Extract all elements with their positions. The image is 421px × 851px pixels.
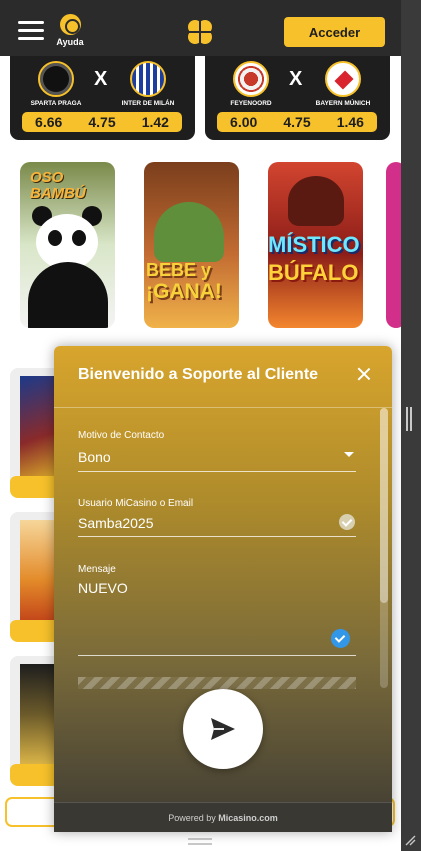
message-underline: [78, 655, 356, 656]
game-title-line: OSO: [30, 169, 64, 186]
reason-select[interactable]: Bono: [78, 449, 111, 465]
support-chat-panel: Bienvenido a Soporte al Cliente Motivo d…: [54, 346, 392, 832]
clover-logo-icon[interactable]: [186, 18, 214, 46]
resize-icon[interactable]: [404, 834, 416, 846]
game-title-line: MÍSTICO: [268, 232, 360, 257]
team-crest: [38, 61, 74, 97]
game-title-line: ¡GANA!: [146, 280, 222, 303]
odd-draw[interactable]: 4.75: [283, 114, 310, 130]
versus-label: X: [289, 68, 303, 90]
header-divider: [54, 407, 392, 408]
close-icon[interactable]: [356, 366, 372, 382]
panel-header: Bienvenido a Soporte al Cliente: [54, 346, 392, 406]
user-underline: [78, 536, 356, 537]
help-label: Ayuda: [56, 37, 84, 47]
team-crest: [233, 61, 269, 97]
scroll-grip-icon[interactable]: [406, 407, 412, 431]
send-button[interactable]: [183, 689, 263, 769]
game-tile[interactable]: MÍSTICO BÚFALO: [268, 162, 363, 328]
reason-underline: [78, 471, 356, 472]
odd-home[interactable]: 6.66: [35, 114, 62, 130]
team-crest: [325, 61, 361, 97]
panel-scrollbar-thumb[interactable]: [380, 408, 388, 603]
panel-footer: Powered by Micasino.com: [54, 802, 392, 832]
home-team: SPARTA PRAGA: [30, 100, 82, 107]
thumbnail-button[interactable]: [10, 764, 60, 786]
odd-draw[interactable]: 4.75: [88, 114, 115, 130]
hamburger-menu-icon[interactable]: [18, 21, 44, 41]
match-card[interactable]: X FEYENOORD BAYERN MÚNICH 6.00 4.75 1.46: [205, 56, 390, 140]
powered-brand: Micasino.com: [218, 813, 278, 823]
game-tile[interactable]: [386, 162, 401, 328]
check-icon: [339, 514, 355, 530]
help-button[interactable]: Ayuda: [55, 14, 85, 47]
game-title-line: BÚFALO: [268, 260, 359, 285]
message-textarea[interactable]: NUEVO: [78, 580, 128, 596]
top-bar: Ayuda Acceder: [0, 0, 401, 56]
panda-illustration: [48, 230, 62, 246]
panda-illustration: [28, 262, 108, 328]
powered-prefix: Powered by: [168, 813, 219, 823]
odd-away[interactable]: 1.46: [337, 114, 364, 130]
thumbnail-button[interactable]: [10, 620, 60, 642]
team-crest: [130, 61, 166, 97]
game-thumbnail[interactable]: [10, 368, 60, 498]
login-button[interactable]: Acceder: [284, 17, 385, 47]
panda-illustration: [72, 230, 86, 246]
send-icon: [211, 718, 235, 740]
game-tile[interactable]: OSO BAMBÚ: [20, 162, 115, 328]
user-label: Usuario MiCasino o Email: [78, 498, 194, 509]
message-label: Mensaje: [78, 564, 116, 575]
game-thumbnail[interactable]: [10, 656, 60, 786]
home-team: FEYENOORD: [230, 100, 272, 107]
away-team: INTER DE MILÁN: [121, 100, 175, 107]
bottom-grip-icon[interactable]: [188, 838, 212, 845]
odd-home[interactable]: 6.00: [230, 114, 257, 130]
buffalo-illustration: [288, 176, 344, 226]
game-character-illustration: [154, 202, 224, 262]
game-title-line: BAMBÚ: [30, 185, 86, 202]
versus-label: X: [94, 68, 108, 90]
odds-bar[interactable]: 6.00 4.75 1.46: [217, 112, 377, 132]
reason-label: Motivo de Contacto: [78, 430, 165, 441]
odd-away[interactable]: 1.42: [142, 114, 169, 130]
striped-divider: [78, 677, 356, 689]
check-icon: [331, 629, 350, 648]
help-icon: [59, 14, 81, 35]
odds-bar[interactable]: 6.66 4.75 1.42: [22, 112, 182, 132]
match-card[interactable]: X SPARTA PRAGA INTER DE MILÁN 6.66 4.75 …: [10, 56, 195, 140]
panel-title: Bienvenido a Soporte al Cliente: [78, 366, 319, 383]
game-title-line: BEBE y: [146, 260, 212, 280]
user-input[interactable]: Samba2025: [78, 515, 154, 531]
powered-by: Powered by Micasino.com: [54, 813, 392, 823]
away-team: BAYERN MÚNICH: [315, 100, 371, 107]
game-tile[interactable]: BEBE y ¡GANA!: [144, 162, 239, 328]
thumbnail-button[interactable]: [10, 476, 60, 498]
chevron-down-icon[interactable]: [344, 452, 354, 457]
game-thumbnail[interactable]: [10, 512, 60, 642]
